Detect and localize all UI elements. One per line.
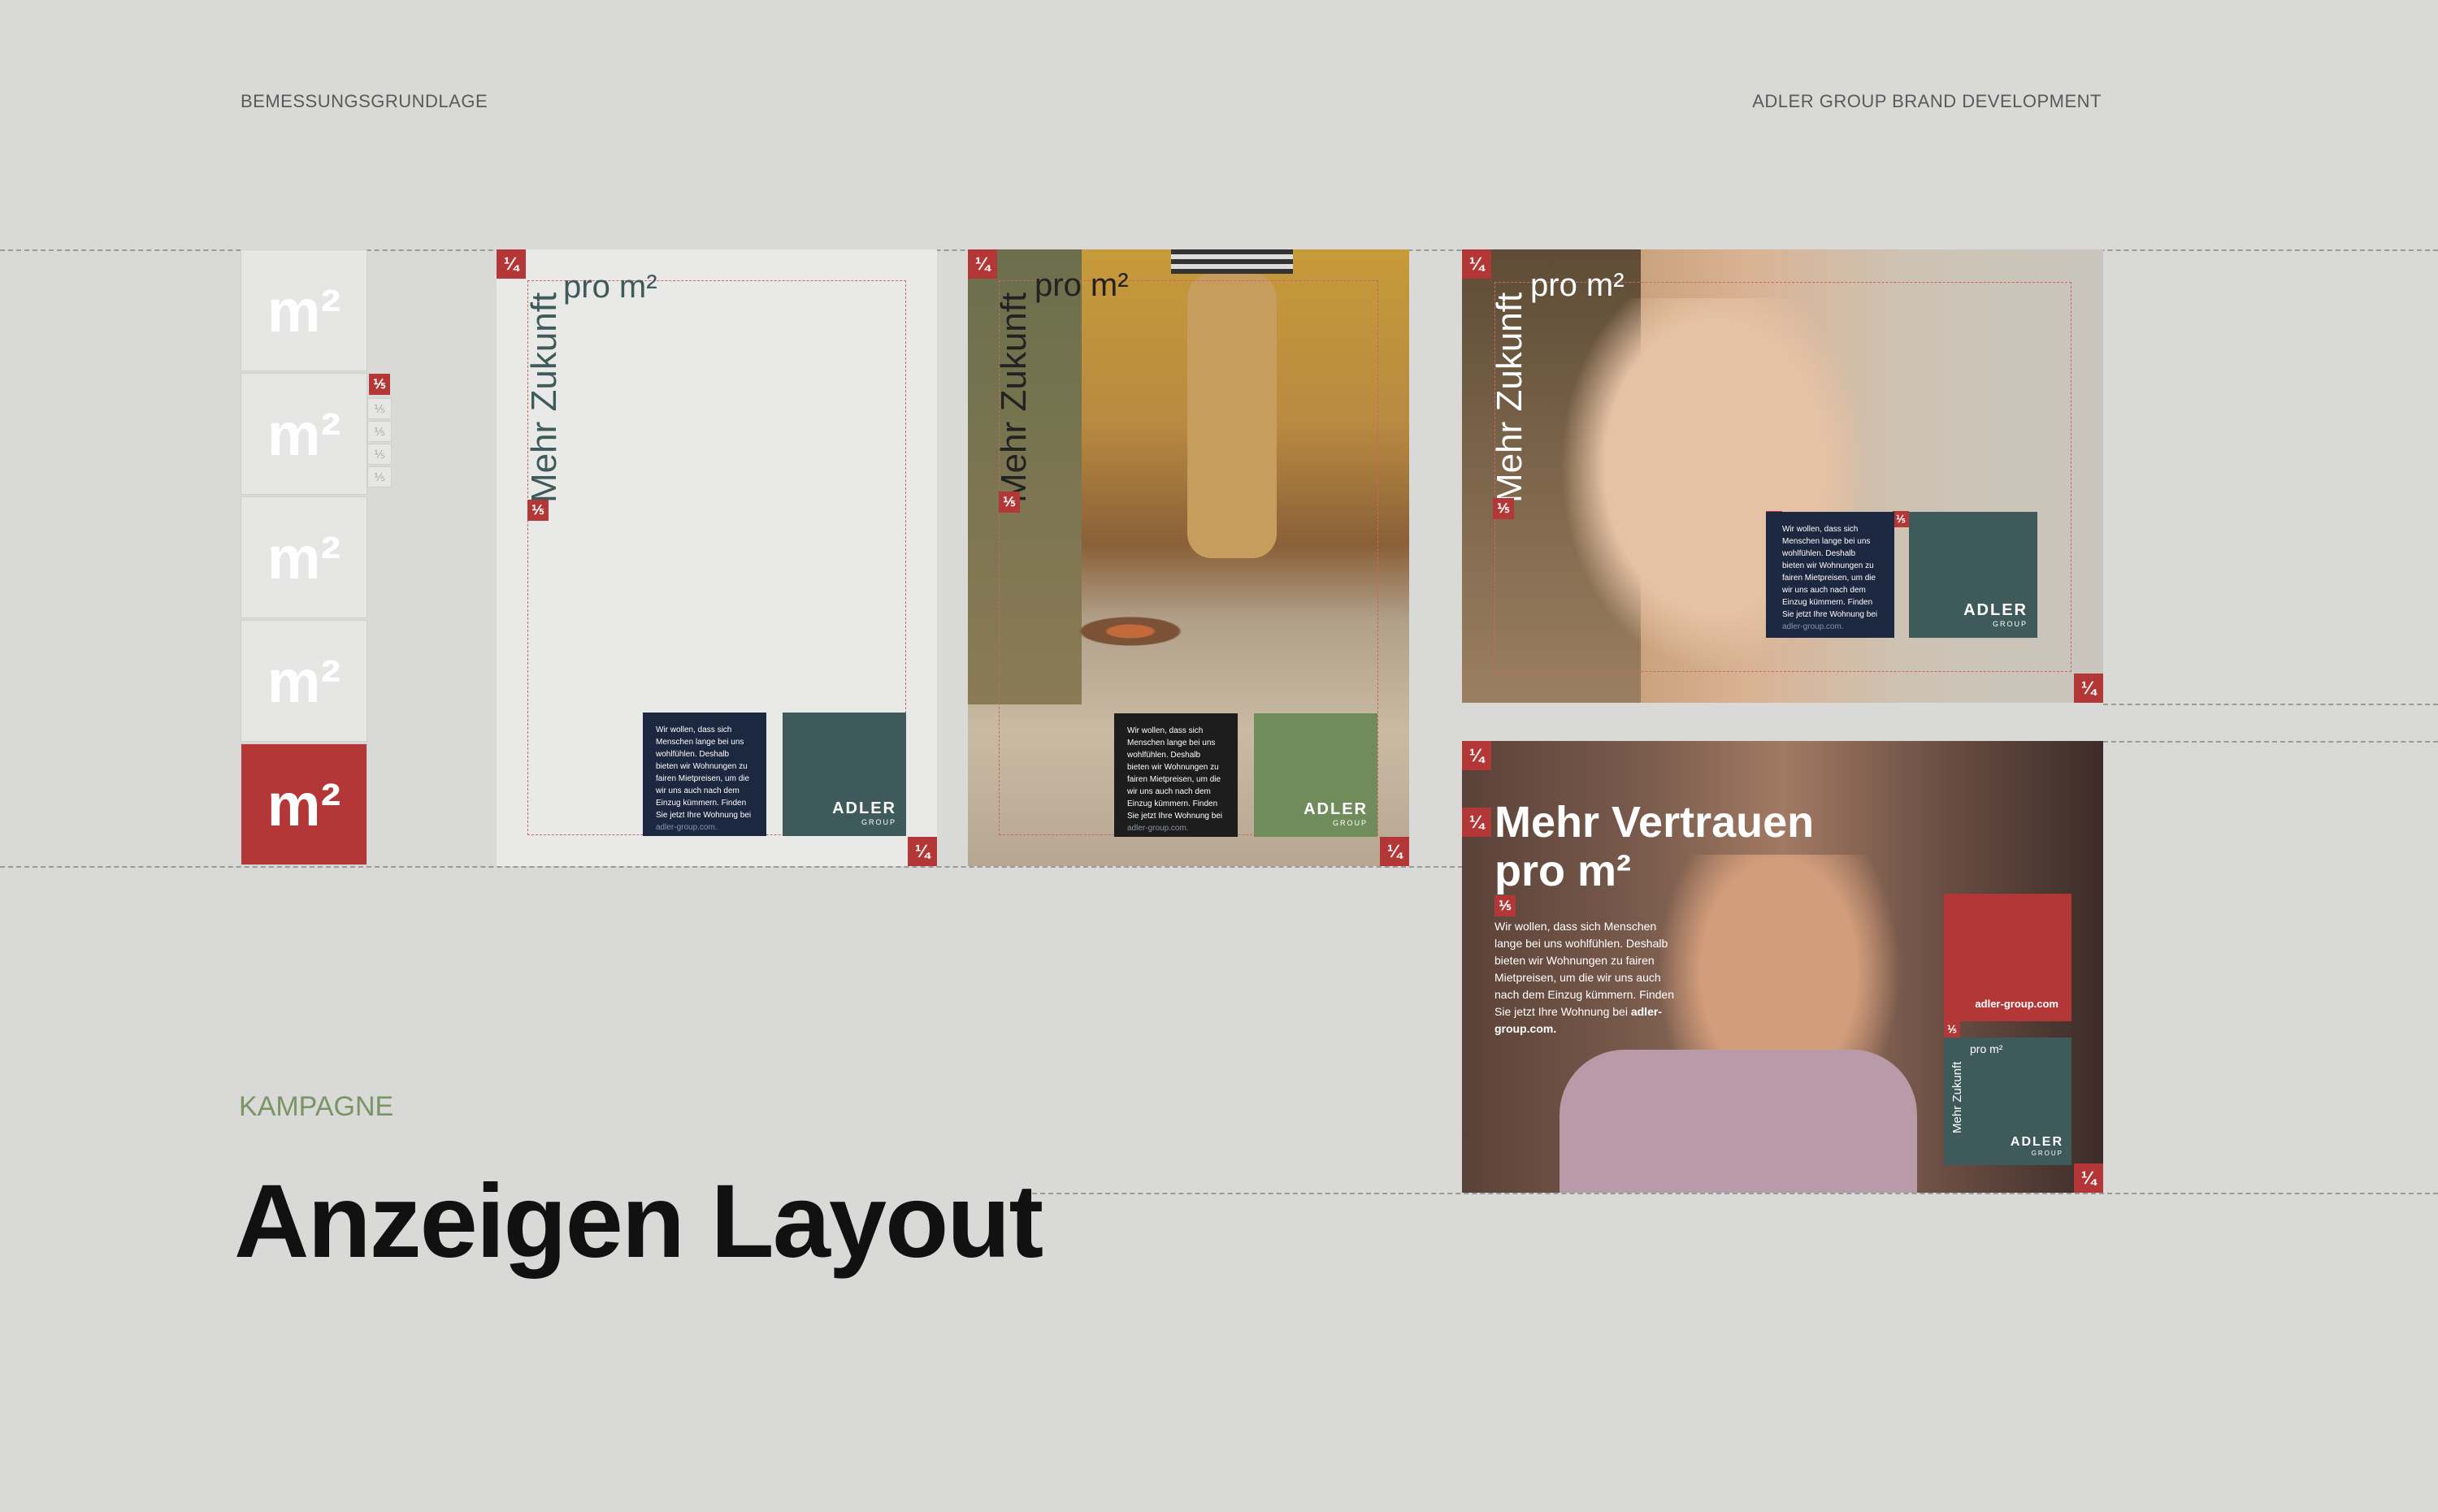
fifth-tag: ⅕ — [1893, 511, 1909, 527]
fraction-cell: ⅕ — [367, 421, 392, 442]
logo-box: ADLER GROUP — [783, 713, 906, 836]
adler-logo: ADLER — [1963, 601, 2028, 619]
section-header-left: BEMESSUNGSGRUNDLAGE — [241, 91, 488, 111]
headline-pro-m2: pro m² — [563, 269, 657, 305]
quarter-tag: ¼ — [497, 249, 526, 279]
adler-logo: ADLER — [1304, 800, 1368, 818]
quarter-tag: ¼ — [1380, 837, 1409, 866]
body-copy-box: Wir wollen, dass sich Menschen lange bei… — [1766, 512, 1894, 638]
photo-shirt — [1560, 1050, 1917, 1193]
vertical-headline: Mehr Zukunft — [524, 292, 564, 503]
body-url: adler-group.com. — [1782, 622, 1844, 631]
logo-box-small: Mehr Zukunft pro m² ADLER GROUP — [1944, 1038, 2071, 1165]
body-url: adler-group.com. — [1127, 824, 1189, 833]
photo-shirt — [1171, 249, 1293, 274]
trust-headline-line1: Mehr Vertrauen — [1494, 798, 1815, 847]
adler-logo-sub: GROUP — [2031, 1150, 2063, 1157]
fraction-cell: ⅕ — [367, 444, 392, 465]
adler-logo-group: ADLER GROUP — [2011, 1135, 2063, 1157]
body-url: adler-group.com. — [656, 823, 718, 832]
m2-cell: m² — [241, 373, 367, 495]
adler-logo-sub: GROUP — [1992, 620, 2028, 628]
fifth-tag: ⅕ — [1493, 498, 1514, 519]
logo-box: ADLER GROUP — [1254, 713, 1377, 837]
body-copy-box: Wir wollen, dass sich Menschen lange bei… — [1114, 713, 1238, 837]
vertical-headline-small: Mehr Zukunft — [1950, 1061, 1964, 1133]
body-copy-box: Wir wollen, dass sich Menschen lange bei… — [643, 713, 766, 836]
m2-cell: m² — [241, 496, 367, 618]
ad-portrait-photo: ¼ Mehr Zukunft pro m² ⅕ Wir wollen, dass… — [968, 249, 1409, 866]
page-title: Anzeigen Layout — [234, 1163, 1043, 1280]
headline-pro-m2: pro m² — [1530, 267, 1625, 303]
headline-pro-m2-small: pro m² — [1970, 1042, 2003, 1055]
section-header-right: ADLER GROUP BRAND DEVELOPMENT — [1752, 91, 2102, 111]
ad-portrait-plain: ¼ Mehr Zukunft pro m² ⅕ Wir wollen, dass… — [497, 249, 937, 866]
guide-line-title — [1024, 1193, 2438, 1194]
adler-logo-sub: GROUP — [861, 818, 896, 826]
m2-cell: m² — [241, 620, 367, 742]
url-box: adler-group.com — [1944, 894, 2071, 1021]
section-label: KAMPAGNE — [239, 1091, 394, 1122]
fifth-tag: ⅕ — [527, 500, 549, 521]
trust-headline: Mehr Vertrauen pro m² — [1494, 798, 1814, 895]
guide-line-mid — [2103, 704, 2438, 705]
quarter-tag: ¼ — [2074, 674, 2103, 703]
fraction-cell: ⅕ — [367, 398, 392, 419]
m2-cell: m² — [241, 249, 367, 371]
fraction-cell: ⅕ — [367, 466, 392, 487]
logo-box: ADLER GROUP — [1909, 512, 2037, 638]
trust-body-copy: Wir wollen, dass sich Menschen lange bei… — [1494, 918, 1681, 1038]
vertical-headline: Mehr Zukunft — [1490, 292, 1529, 503]
quarter-tag: ¼ — [908, 837, 937, 866]
quarter-tag: ¼ — [1462, 741, 1491, 770]
ad-landscape-photo: ¼ Mehr Zukunft pro m² ⅕ ⅕ ⅕ Wir wollen, … — [1462, 249, 2103, 703]
fifth-tag: ⅕ — [999, 492, 1020, 513]
quarter-tag: ¼ — [2074, 1163, 2103, 1193]
m2-cell-highlight: m² — [241, 743, 367, 865]
trust-headline-line2: pro m² — [1494, 847, 1631, 895]
quarter-tag: ¼ — [1462, 808, 1491, 837]
ad-landscape-trust: ¼ ¼ Mehr Vertrauen pro m² ⅕ Wir wollen, … — [1462, 741, 2103, 1193]
url-box-text: adler-group.com — [1975, 998, 2058, 1010]
quarter-tag: ¼ — [968, 249, 997, 279]
guide-line-bottom — [0, 866, 1463, 868]
adler-logo: ADLER — [832, 799, 896, 817]
headline-pro-m2: pro m² — [1035, 267, 1129, 303]
fifth-tag: ⅕ — [1944, 1021, 1960, 1038]
body-copy: Wir wollen, dass sich Menschen lange bei… — [1494, 920, 1674, 1018]
quarter-tag: ¼ — [1462, 249, 1491, 279]
adler-logo-sub: GROUP — [1332, 819, 1368, 827]
adler-logo: ADLER — [2010, 1135, 2063, 1149]
fifth-tag: ⅕ — [1494, 895, 1516, 916]
body-copy: Wir wollen, dass sich Menschen lange bei… — [1127, 726, 1223, 821]
fraction-tag: ⅕ — [369, 374, 390, 395]
body-copy: Wir wollen, dass sich Menschen lange bei… — [1782, 525, 1878, 619]
body-copy: Wir wollen, dass sich Menschen lange bei… — [656, 726, 752, 820]
guide-line-mid2 — [2103, 741, 2438, 743]
vertical-headline: Mehr Zukunft — [994, 292, 1034, 503]
